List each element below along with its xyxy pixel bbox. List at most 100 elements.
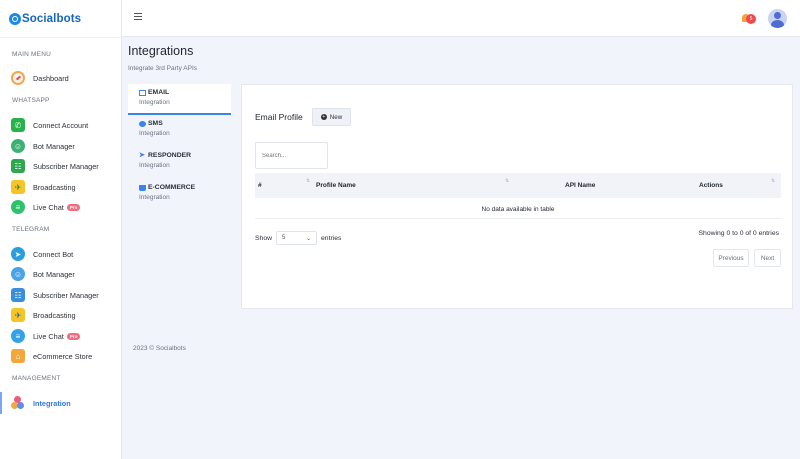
- sidebar-item-connect-account[interactable]: ✆ Connect Account: [11, 116, 119, 134]
- tab-ecommerce[interactable]: E-COMMERCE Integration: [128, 179, 231, 211]
- new-button-label: New: [329, 113, 343, 121]
- subscribers-icon: ☷: [11, 159, 25, 173]
- footer-text: 2023 © Socialbots: [133, 345, 186, 352]
- chat-icon: ≡: [11, 200, 25, 214]
- sidebar-item-tg-broadcasting[interactable]: ✈ Broadcasting: [11, 306, 119, 324]
- sidebar-item-label: Live Chat: [33, 202, 64, 212]
- col-actions[interactable]: Actions: [699, 182, 723, 189]
- sidebar-item-connect-bot[interactable]: ➤ Connect Bot: [11, 245, 119, 263]
- menu-toggle-icon[interactable]: [134, 13, 142, 20]
- avatar[interactable]: [768, 9, 787, 28]
- notification-count: 5: [746, 14, 756, 24]
- section-telegram: TELEGRAM: [12, 226, 50, 233]
- page-size-control: Show 5 ⌄ entries: [255, 231, 341, 245]
- card-title: Email Profile: [255, 112, 303, 122]
- table-empty-row: No data available in table: [255, 198, 781, 219]
- pro-badge: Pro: [66, 332, 81, 340]
- active-indicator: [0, 392, 2, 414]
- sidebar-item-label: Dashboard: [33, 73, 69, 83]
- tab-label: EMAIL: [148, 89, 170, 96]
- tab-title: SMS: [139, 120, 220, 127]
- col-index[interactable]: #: [258, 182, 262, 189]
- new-button[interactable]: + New: [312, 108, 351, 126]
- sort-icon[interactable]: ⇅: [505, 178, 509, 184]
- tab-sub: Integration: [139, 194, 170, 201]
- plus-circle-icon: +: [320, 113, 327, 120]
- sidebar-item-label: Bot Manager: [33, 269, 75, 279]
- sidebar-item-label: Subscriber Manager: [33, 161, 99, 171]
- sidebar-item-integration[interactable]: Integration: [11, 394, 119, 412]
- tab-sub: Integration: [139, 162, 170, 169]
- email-profile-card: Email Profile + New # ⇅ Profile Name ⇅ A…: [241, 84, 793, 309]
- shopping-bag-icon: ⌂: [11, 349, 25, 363]
- sidebar-item-tg-subscriber-manager[interactable]: ☷ Subscriber Manager: [11, 286, 119, 304]
- tab-email[interactable]: EMAIL Integration: [128, 84, 231, 115]
- tab-responder[interactable]: ➤ RESPONDER Integration: [128, 147, 231, 179]
- sms-icon: [139, 120, 146, 127]
- subscribers-icon: ☷: [11, 288, 25, 302]
- pro-badge: Pro: [66, 203, 81, 211]
- bot-icon: ☺: [11, 139, 25, 153]
- broadcast-icon: ✈: [11, 180, 25, 194]
- col-profile-name[interactable]: Profile Name: [316, 182, 356, 189]
- sidebar-item-ecommerce-store[interactable]: ⌂ eCommerce Store: [11, 347, 119, 365]
- sidebar: Socialbots MAIN MENU Dashboard WHATSAPP …: [0, 0, 122, 459]
- sidebar-item-subscriber-manager[interactable]: ☷ Subscriber Manager: [11, 157, 119, 175]
- page-size-value: 5: [282, 235, 286, 241]
- notification-bell[interactable]: 5: [742, 13, 756, 25]
- sidebar-item-label: Connect Account: [33, 120, 89, 130]
- section-whatsapp: WHATSAPP: [12, 97, 50, 104]
- tab-label: SMS: [148, 120, 163, 127]
- socialbots-logo-icon: [9, 12, 21, 25]
- search-input[interactable]: [255, 142, 328, 169]
- show-label: Show: [255, 234, 273, 242]
- sort-icon[interactable]: ⇅: [306, 178, 310, 184]
- page-size-select[interactable]: 5 ⌄: [276, 231, 318, 245]
- send-icon: ➤: [139, 151, 145, 159]
- previous-button[interactable]: Previous: [713, 249, 749, 267]
- tab-sub: Integration: [139, 130, 170, 137]
- bot-icon: ☺: [11, 267, 25, 281]
- sidebar-item-label: Integration: [33, 398, 71, 408]
- dashboard-icon: [11, 71, 25, 85]
- sidebar-item-live-chat[interactable]: ≡ Live Chat Pro: [11, 198, 119, 216]
- sidebar-item-label: Broadcasting: [33, 182, 76, 192]
- sidebar-item-bot-manager[interactable]: ☺ Bot Manager: [11, 137, 119, 155]
- col-api-name[interactable]: API Name: [565, 182, 595, 189]
- sidebar-item-broadcasting[interactable]: ✈ Broadcasting: [11, 178, 119, 196]
- sidebar-item-label: Subscriber Manager: [33, 290, 99, 300]
- page-subtitle: Integrate 3rd Party APIs: [128, 65, 198, 72]
- sidebar-item-dashboard[interactable]: Dashboard: [11, 69, 119, 87]
- sidebar-item-label: Connect Bot: [33, 249, 74, 259]
- table-info: Showing 0 to 0 of 0 entries: [698, 230, 779, 237]
- tab-label: RESPONDER: [148, 152, 192, 159]
- sidebar-item-label: Bot Manager: [33, 141, 75, 151]
- tab-title: ➤ RESPONDER: [139, 151, 220, 160]
- tab-title: E-COMMERCE: [139, 184, 220, 191]
- telegram-icon: ➤: [11, 247, 25, 261]
- next-button[interactable]: Next: [754, 249, 781, 267]
- integration-icon: [11, 396, 25, 410]
- entries-label: entries: [321, 234, 342, 242]
- chevron-down-icon: ⌄: [305, 235, 312, 242]
- cart-icon: [139, 184, 146, 191]
- whatsapp-icon: ✆: [11, 118, 25, 132]
- broadcast-icon: ✈: [11, 308, 25, 322]
- tab-sub: Integration: [139, 99, 170, 106]
- section-management: MANAGEMENT: [12, 375, 61, 382]
- email-icon: [139, 89, 146, 96]
- tab-sms[interactable]: SMS Integration: [128, 115, 231, 147]
- section-main-menu: MAIN MENU: [12, 51, 51, 58]
- table-header: # ⇅ Profile Name ⇅ API Name Actions ⇅: [255, 173, 781, 198]
- tab-label: E-COMMERCE: [148, 184, 196, 191]
- sidebar-item-tg-bot-manager[interactable]: ☺ Bot Manager: [11, 265, 119, 283]
- sidebar-item-label: Live Chat: [33, 331, 64, 341]
- brand[interactable]: Socialbots: [0, 0, 121, 38]
- sidebar-item-label: eCommerce Store: [33, 351, 93, 361]
- integration-tabs: EMAIL Integration SMS Integration ➤ RESPO…: [128, 84, 231, 211]
- topbar: 5: [122, 0, 800, 37]
- sidebar-item-tg-live-chat[interactable]: ≡ Live Chat Pro: [11, 327, 119, 345]
- page-title: Integrations: [128, 44, 194, 58]
- sort-icon[interactable]: ⇅: [771, 178, 775, 184]
- chat-icon: ≡: [11, 329, 25, 343]
